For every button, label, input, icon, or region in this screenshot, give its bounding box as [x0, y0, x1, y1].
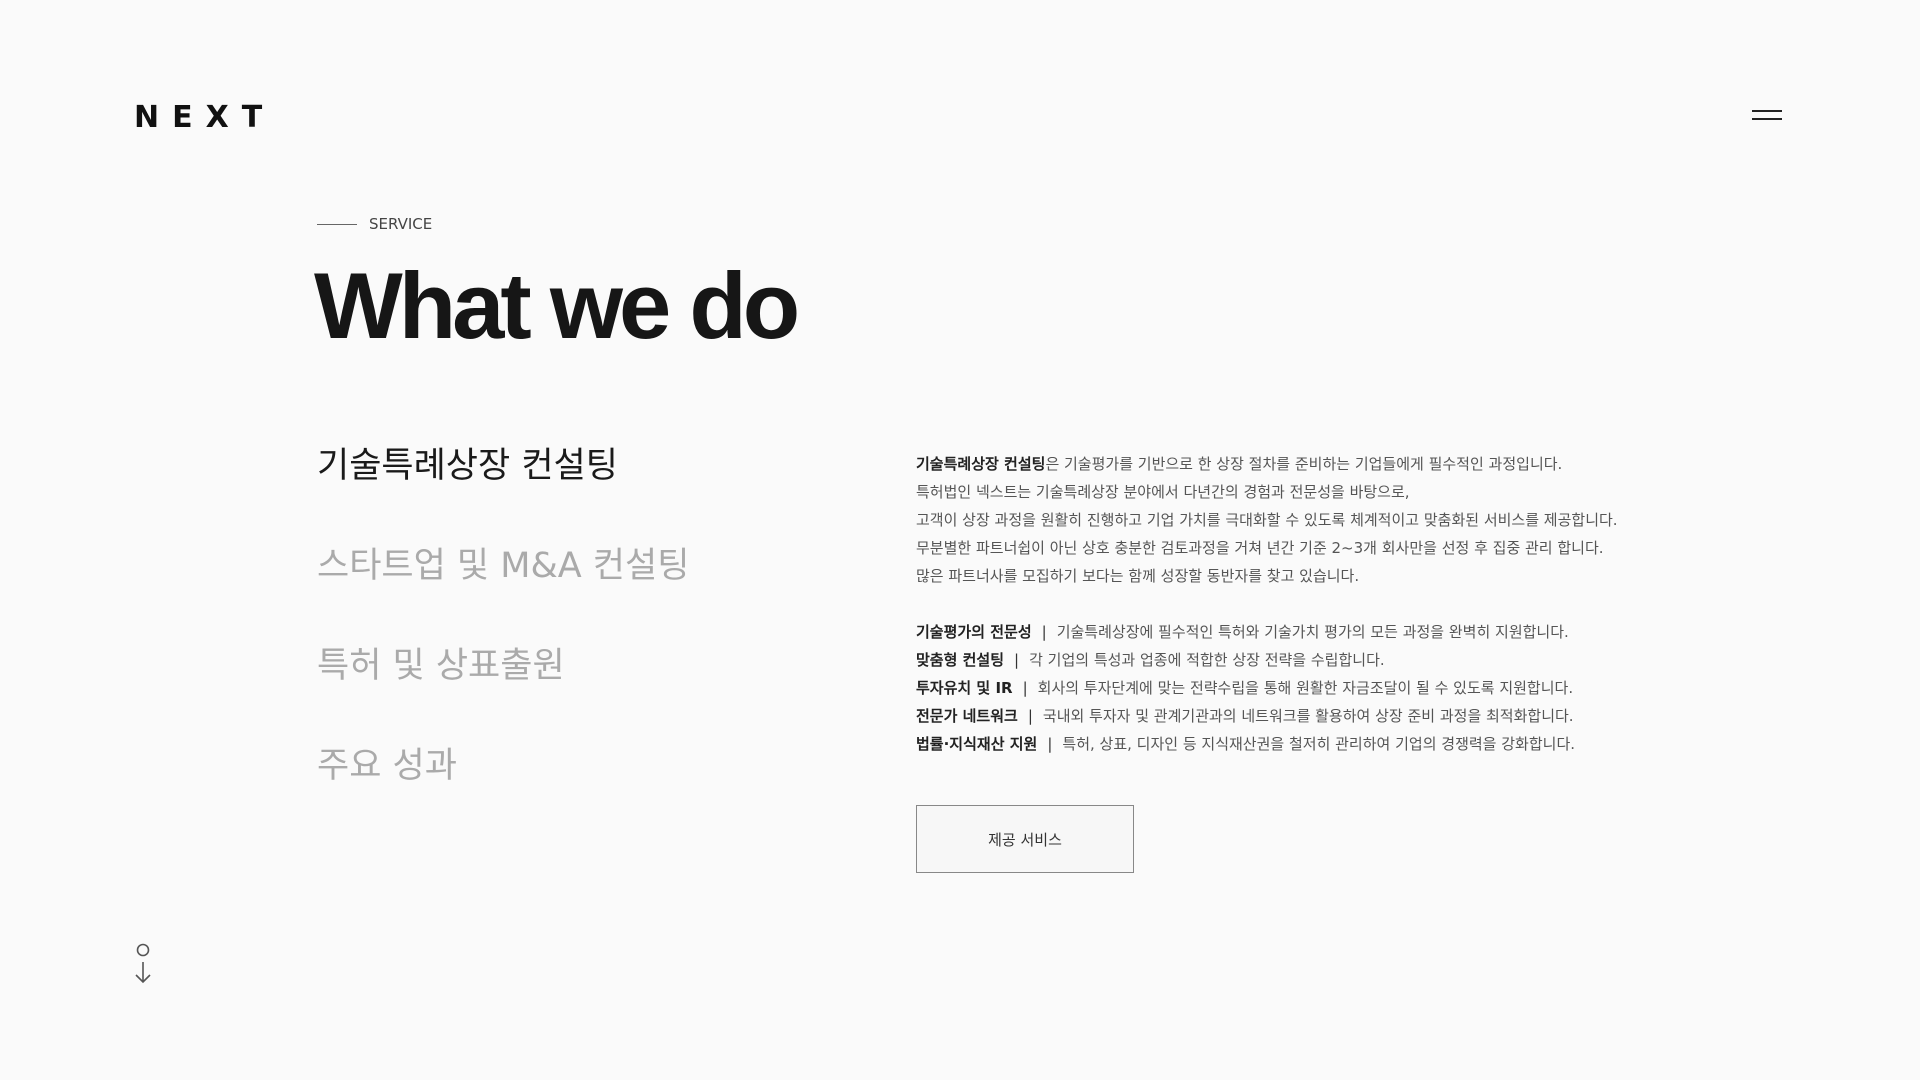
description-line: 많은 파트너사를 모집하기 보다는 함께 성장할 동반자를 찾고 있습니다. [916, 567, 1360, 585]
description-line: 무분별한 파트너쉽이 아닌 상호 충분한 검토과정을 거쳐 년간 기준 2~3개… [916, 539, 1604, 557]
feature-separator: | [1047, 735, 1053, 753]
section-eyebrow: SERVICE [317, 215, 432, 233]
tab-ipo-consulting[interactable]: 기술특례상장 컨설팅 [317, 442, 689, 542]
feature-separator: | [1014, 651, 1020, 669]
scroll-down-button[interactable] [133, 942, 153, 988]
service-tabs: 기술특례상장 컨설팅 스타트업 및 M&A 컨설팅 특허 및 상표출원 주요 성… [317, 442, 689, 842]
feature-key: 맞춤형 컨설팅 [916, 651, 1005, 669]
feature-separator: | [1022, 679, 1028, 697]
menu-button[interactable] [1752, 110, 1786, 126]
hamburger-menu-icon [1752, 110, 1782, 112]
feature-text: 기술특례상장에 필수적인 특허와 기술가치 평가의 모든 과정을 완벽히 지원합… [1056, 623, 1569, 641]
services-button[interactable]: 제공 서비스 [916, 805, 1134, 873]
tab-startup-ma-consulting[interactable]: 스타트업 및 M&A 컨설팅 [317, 542, 689, 642]
feature-item: 법률·지식재산 지원 | 특허, 상표, 디자인 등 지식재산권을 철저히 관리하여… [916, 730, 1636, 758]
feature-text: 회사의 투자단계에 맞는 전략수립을 통해 원활한 자금조달이 될 수 있도록 … [1037, 679, 1574, 697]
description-paragraph: 기술특례상장 컨설팅은 기술평가를 기반으로 한 상장 절차를 준비하는 기업들… [916, 450, 1636, 590]
tab-achievements[interactable]: 주요 성과 [317, 742, 689, 842]
description-lead-rest: 은 기술평가를 기반으로 한 상장 절차를 준비하는 기업들에게 필수적인 과정… [1045, 455, 1563, 473]
description-line: 고객이 상장 과정을 원활히 진행하고 기업 가치를 극대화할 수 있도록 체계… [916, 511, 1618, 529]
description-lead: 기술특례상장 컨설팅은 기술평가를 기반으로 한 상장 절차를 준비하는 기업들… [916, 450, 1636, 478]
feature-separator: | [1027, 707, 1033, 725]
feature-key: 법률·지식재산 지원 [916, 735, 1038, 753]
hamburger-menu-icon-line [1752, 118, 1782, 120]
tab-patent-trademark[interactable]: 특허 및 상표출원 [317, 642, 689, 742]
logo[interactable]: NEXT [134, 100, 275, 135]
feature-text: 특허, 상표, 디자인 등 지식재산권을 철저히 관리하여 기업의 경쟁력을 강… [1062, 735, 1576, 753]
feature-key: 기술평가의 전문성 [916, 623, 1032, 641]
feature-item: 기술평가의 전문성 | 기술특례상장에 필수적인 특허와 기술가치 평가의 모든 과… [916, 618, 1636, 646]
description-line: 특허법인 넥스트는 기술특례상장 분야에서 다년간의 경험과 전문성을 바탕으로… [916, 483, 1410, 501]
feature-item: 전문가 네트워크 | 국내외 투자자 및 관계기관과의 네트워크를 활용하여 상장 … [916, 702, 1636, 730]
feature-item: 투자유치 및 IR | 회사의 투자단계에 맞는 전략수립을 통해 원활한 자금조달… [916, 674, 1636, 702]
page-title: What we do [314, 253, 800, 358]
feature-text: 각 기업의 특성과 업종에 적합한 상장 전략을 수립합니다. [1029, 651, 1385, 669]
feature-separator: | [1041, 623, 1047, 641]
scroll-down-arrow-icon [135, 943, 151, 984]
eyebrow-line [317, 223, 357, 225]
feature-text: 국내외 투자자 및 관계기관과의 네트워크를 활용하여 상장 준비 과정을 최적… [1042, 707, 1574, 725]
feature-item: 맞춤형 컨설팅 | 각 기업의 특성과 업종에 적합한 상장 전략을 수립합니다. [916, 646, 1636, 674]
feature-key: 투자유치 및 IR [916, 679, 1013, 697]
eyebrow-label: SERVICE [369, 215, 433, 233]
service-description: 기술특례상장 컨설팅은 기술평가를 기반으로 한 상장 절차를 준비하는 기업들… [916, 450, 1636, 758]
feature-list: 기술평가의 전문성 | 기술특례상장에 필수적인 특허와 기술가치 평가의 모든 과… [916, 618, 1636, 758]
feature-key: 전문가 네트워크 [916, 707, 1018, 725]
description-lead-bold: 기술특례상장 컨설팅 [916, 455, 1046, 473]
